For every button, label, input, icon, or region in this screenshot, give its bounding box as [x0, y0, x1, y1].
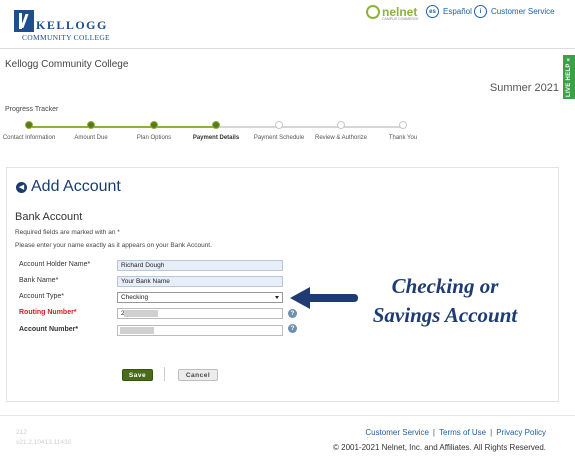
account-number-field[interactable] [117, 325, 283, 336]
footer-separator: | [432, 428, 435, 437]
footer-divider [0, 415, 575, 416]
progress-step-dot [212, 121, 220, 129]
cancel-button[interactable]: Cancel [178, 369, 218, 381]
copyright-text: © 2001-2021 Nelnet, Inc. and Affiliates.… [333, 443, 546, 452]
account-holder-name-label: Account Holder Name* [19, 261, 91, 268]
save-button[interactable]: Save [122, 369, 153, 381]
progress-step-plan-options[interactable]: Plan Options [124, 121, 184, 142]
progress-step-dot [25, 121, 33, 129]
espanol-link[interactable]: es Español [426, 5, 472, 18]
logo-subtitle: COMMUNITY COLLEGE [22, 33, 110, 42]
progress-step-dot [87, 121, 95, 129]
bank-account-section-title: Bank Account [15, 211, 83, 223]
term-label: Summer 2021 [489, 82, 559, 94]
live-help-tab[interactable]: LIVE HELP « [563, 55, 575, 99]
account-holder-name-field[interactable]: Richard Dough [117, 260, 283, 271]
progress-step-payment-schedule: Payment Schedule [249, 121, 309, 142]
progress-step-dot [150, 121, 158, 129]
account-number-label: Account Number* [19, 326, 79, 333]
footer-separator: | [490, 428, 493, 437]
version-info: 212 v21.2.10413.11430 [16, 428, 71, 448]
progress-step-label: Contact Information [2, 135, 56, 141]
progress-step-amount-due[interactable]: Amount Due [61, 121, 121, 142]
progress-step-label: Payment Details [192, 135, 240, 141]
routing-number-field[interactable]: 2 [117, 308, 283, 319]
masked-value [124, 310, 158, 317]
progress-tracker-label: Progress Tracker [5, 106, 59, 113]
account-type-select[interactable]: Checking [117, 292, 283, 303]
progress-step-review-authorize: Review & Authorize [311, 121, 371, 142]
kellogg-logo[interactable]: KELLOGG COMMUNITY COLLEGE [14, 10, 110, 44]
annotation-line-2: Savings Account [372, 303, 518, 327]
kellogg-logo-mark-icon [14, 10, 34, 32]
button-separator [164, 367, 165, 381]
nelnet-circle-icon [366, 5, 380, 19]
progress-step-contact-information[interactable]: Contact Information [0, 121, 59, 142]
progress-step-label: Payment Schedule [253, 135, 305, 141]
progress-step-label: Thank You [388, 135, 418, 141]
nelnet-tagline: CAMPUS COMMERCE [382, 17, 419, 21]
info-icon: i [474, 5, 487, 18]
progress-step-label: Amount Due [74, 135, 108, 141]
annotation-text: Checking or Savings Account [340, 272, 550, 330]
account-type-label: Account Type* [19, 293, 65, 300]
progress-step-dot [275, 121, 283, 129]
nelnet-logo: nelnet CAMPUS COMMERCE [366, 4, 419, 22]
footer-terms-link[interactable]: Terms of Use [439, 428, 486, 437]
account-type-value: Checking [121, 294, 149, 301]
footer-links: Customer Service | Terms of Use | Privac… [365, 428, 546, 437]
footer-privacy-link[interactable]: Privacy Policy [496, 428, 546, 437]
required-fields-note: Required fields are marked with an * [15, 229, 120, 236]
school-name: Kellogg Community College [5, 59, 129, 70]
back-arrow-icon[interactable]: ◀ [16, 181, 27, 193]
footer-customer-service-link[interactable]: Customer Service [365, 428, 429, 437]
version-line-2: v21.2.10413.11430 [16, 439, 72, 446]
bank-name-field[interactable]: Your Bank Name [117, 276, 283, 287]
customer-service-link[interactable]: i Customer Service [474, 5, 555, 18]
add-account-heading: ◀ Add Account [16, 178, 121, 196]
progress-step-thank-you: Thank You [373, 121, 433, 142]
progress-step-payment-details: Payment Details [186, 121, 246, 142]
name-instruction-note: Please enter your name exactly as it app… [15, 242, 212, 249]
progress-step-label: Plan Options [136, 135, 172, 141]
annotation-line-1: Checking or [391, 274, 499, 298]
header-divider [0, 48, 575, 49]
progress-step-dot [337, 121, 345, 129]
progress-step-dot [399, 121, 407, 129]
routing-number-label: Routing Number* [19, 309, 77, 316]
version-line-1: 212 [16, 429, 27, 436]
chevron-down-icon [275, 296, 279, 299]
account-help-icon[interactable]: ? [288, 324, 297, 333]
customer-service-label: Customer Service [491, 7, 555, 16]
add-account-title: Add Account [31, 178, 121, 195]
bank-name-label: Bank Name* [19, 277, 59, 284]
masked-value [120, 327, 154, 334]
language-icon: es [426, 5, 439, 18]
logo-name: KELLOGG [36, 18, 108, 32]
progress-step-label: Review & Authorize [314, 135, 368, 141]
espanol-label: Español [443, 7, 472, 16]
